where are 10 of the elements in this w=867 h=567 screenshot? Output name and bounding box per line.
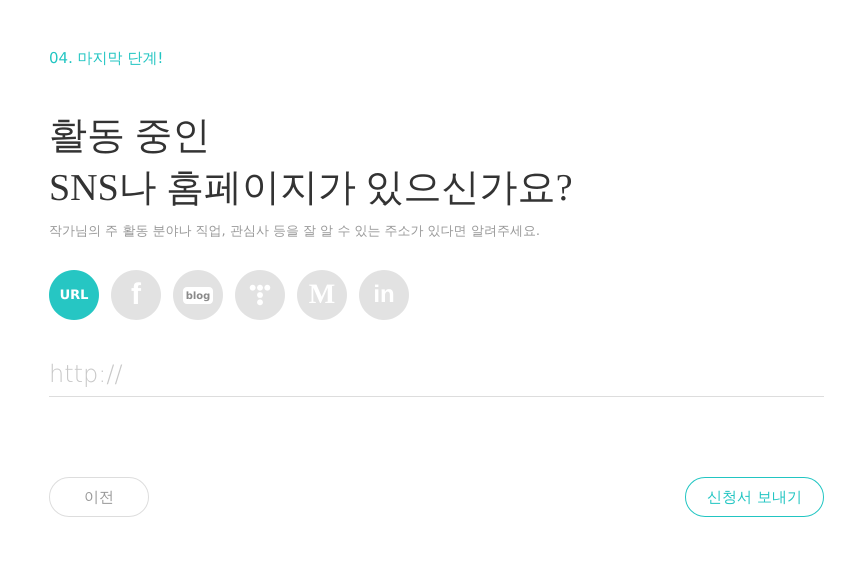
description: 작가님의 주 활동 분야나 직업, 관심사 등을 잘 알 수 있는 주소가 있다면 알려주세요. — [49, 223, 540, 240]
heading-line: 활동 중인 — [49, 114, 210, 159]
dots-icon — [249, 284, 271, 306]
step-label: 04. 마지막 단계! — [49, 48, 164, 69]
url-option[interactable]: URL — [49, 270, 99, 320]
blog-option[interactable]: blog — [173, 270, 223, 320]
heading-line: SNS나 홈페이지가 있으신가요? — [49, 166, 573, 211]
submit-button[interactable]: 신청서 보내기 — [685, 477, 824, 517]
back-button[interactable]: 이전 — [49, 477, 149, 517]
dots-option[interactable] — [235, 270, 285, 320]
